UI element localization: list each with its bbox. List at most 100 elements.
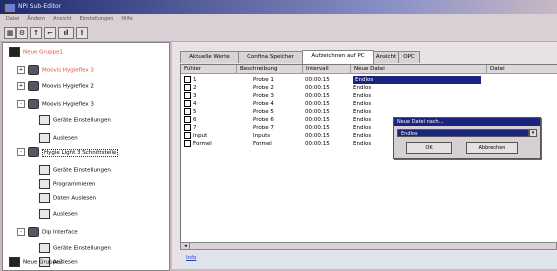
scroll-left-icon[interactable]: ◂ [182, 243, 190, 249]
table-row-interval[interactable]: 00:00:15 [305, 100, 350, 108]
table-row-interval[interactable]: 00:00:15 [305, 108, 350, 116]
header-datei[interactable]: Datei [487, 65, 557, 74]
collapse-icon[interactable]: - [17, 100, 25, 108]
header-beschreibung[interactable]: Beschreibung [237, 65, 303, 74]
table-row-description[interactable]: Probe 4 [253, 100, 303, 108]
table-row-description[interactable]: Probe 5 [253, 108, 303, 116]
table-row-new-file[interactable]: Endlos [353, 76, 481, 84]
tab-confina-speicher[interactable]: Confina Speicher [238, 51, 303, 63]
menu-item-hilfe[interactable]: Hilfe [121, 16, 132, 22]
tree-node[interactable]: Auslesen [39, 209, 78, 220]
checkbox[interactable] [184, 140, 191, 147]
tree-node-label: Geräte Einstellungen [53, 117, 111, 124]
menu-item-aendern[interactable]: Ändern [27, 16, 45, 22]
table-row-interval[interactable]: 00:00:15 [305, 116, 350, 124]
table-row-new-file[interactable]: Endlos [353, 92, 479, 100]
checkbox[interactable] [184, 92, 191, 99]
tree-node-label: Hygie Light 3 Schnittstelle [42, 148, 119, 157]
checkbox[interactable] [184, 124, 191, 131]
table-row-interval[interactable]: 00:00:15 [305, 132, 350, 140]
table-row-new-file[interactable]: Endlos [353, 108, 479, 116]
grid-icon[interactable]: ▦ [4, 27, 16, 39]
tree-node[interactable]: Geräte Einstellungen [39, 243, 111, 254]
tree-node[interactable]: - Moovis Hygieflex 3 [17, 99, 94, 110]
tree-node-label: Neue Gruppe2 [23, 259, 63, 266]
tree-node[interactable]: + Moovis Hygieflex 2 [17, 81, 94, 92]
expand-icon[interactable]: + [17, 66, 25, 74]
table-row-description[interactable]: Probe 3 [253, 92, 303, 100]
table-row-description[interactable]: Probe 2 [253, 84, 303, 92]
tree-node-label: Daten Auslesen [53, 195, 97, 202]
menu-item-einstellungen[interactable]: Einstellungen [80, 16, 114, 22]
table-row-new-file[interactable]: Endlos [353, 84, 479, 92]
tree-node[interactable]: Neue Gruppe2 [9, 257, 63, 268]
tab-opc[interactable]: OPC [398, 51, 420, 63]
table-row-interval[interactable]: 00:00:15 [305, 124, 350, 132]
table-row-sensor[interactable]: 5 [184, 108, 234, 116]
tree-node-label: Dip Interface [42, 229, 78, 236]
table-row-sensor[interactable]: Formel [184, 140, 234, 148]
checkbox[interactable] [184, 132, 191, 139]
table-row-interval[interactable]: 00:00:15 [305, 76, 350, 84]
checkbox[interactable] [184, 116, 191, 123]
expand-icon[interactable]: + [17, 82, 25, 90]
table-row-description[interactable]: Probe 1 [253, 76, 303, 84]
checkbox[interactable] [184, 84, 191, 91]
tab-aktuelle-werte[interactable]: Aktuelle Werte [180, 51, 239, 63]
device-icon [28, 65, 39, 75]
info-link[interactable]: Info [186, 255, 196, 261]
ok-button[interactable]: OK [406, 142, 452, 154]
tree-node[interactable]: Auslesen [39, 133, 78, 144]
menu-item-ansicht[interactable]: Ansicht [53, 16, 71, 22]
menu-item-datei[interactable]: Datei [6, 16, 19, 22]
tree-node[interactable]: Programmieren [39, 179, 96, 190]
table-row-sensor[interactable]: Input [184, 132, 234, 140]
tag-icon[interactable]: ⌐ [44, 27, 56, 39]
table-row-sensor[interactable]: 3 [184, 92, 234, 100]
tree-node[interactable]: - Hygie Light 3 Schnittstelle [17, 147, 119, 158]
table-row-sensor[interactable]: 1 [184, 76, 234, 84]
checkbox[interactable] [184, 108, 191, 115]
tab-aufzeichnen-auf-pc[interactable]: Aufzeichnen auf PC [302, 50, 374, 64]
tree-node[interactable]: - Dip Interface [17, 227, 78, 238]
table-row-sensor[interactable]: 4 [184, 100, 234, 108]
cancel-button[interactable]: Abbrechen [466, 142, 518, 154]
info-pane: Info [180, 252, 557, 269]
tree-node[interactable]: Geräte Einstellungen [39, 165, 111, 176]
horizontal-scrollbar[interactable]: ◂ [180, 242, 557, 250]
document-icon [39, 115, 50, 125]
checkbox[interactable] [184, 76, 191, 83]
new-file-select[interactable]: Endlos [397, 129, 529, 137]
pin-icon[interactable]: ↑ [30, 27, 42, 39]
device-tree-panel: Neue Gruppe1 + Moovis Hygieflex 3 + Moovis H… [2, 42, 170, 271]
table-row-sensor[interactable]: 2 [184, 84, 234, 92]
tree-node[interactable]: + Moovis Hygieflex 3 [17, 65, 94, 76]
table-row-new-file[interactable]: Endlos [353, 100, 479, 108]
tree-node-label: Geräte Einstellungen [53, 245, 111, 252]
table-row-interval[interactable]: 00:00:15 [305, 140, 350, 148]
table-row-interval[interactable]: 00:00:15 [305, 92, 350, 100]
header-intervall[interactable]: Intervall [303, 65, 351, 74]
info-icon[interactable]: ! [76, 27, 88, 39]
table-row-description[interactable]: Probe 6 [253, 116, 303, 124]
collapse-icon[interactable]: - [17, 228, 25, 236]
collapse-icon[interactable]: - [17, 148, 25, 156]
tree-node-label: Auslesen [53, 135, 78, 142]
table-row-interval[interactable]: 00:00:15 [305, 84, 350, 92]
tab-ansicht[interactable]: Ansicht [373, 51, 399, 63]
checkbox[interactable] [184, 100, 191, 107]
table-row-description[interactable]: Probe 7 [253, 124, 303, 132]
tree-node[interactable]: Neue Gruppe1 [9, 47, 63, 58]
chevron-down-icon[interactable]: ▾ [529, 129, 537, 137]
table-row-description[interactable]: Formel [253, 140, 303, 148]
header-fuehler[interactable]: Fühler [181, 65, 237, 74]
tree-node[interactable]: Geräte Einstellungen [39, 115, 111, 126]
table-row-sensor[interactable]: 7 [184, 124, 234, 132]
title-bar: NPI Sub-Editor [0, 0, 557, 14]
tree-node[interactable]: Daten Auslesen [39, 193, 96, 204]
table-row-sensor[interactable]: 6 [184, 116, 234, 124]
table-row-description[interactable]: Inputs [253, 132, 303, 140]
chart-icon[interactable]: ıl [58, 27, 74, 39]
header-neue-datei[interactable]: Neue Datei [351, 65, 487, 74]
settings-icon[interactable]: ⚙ [16, 27, 28, 39]
